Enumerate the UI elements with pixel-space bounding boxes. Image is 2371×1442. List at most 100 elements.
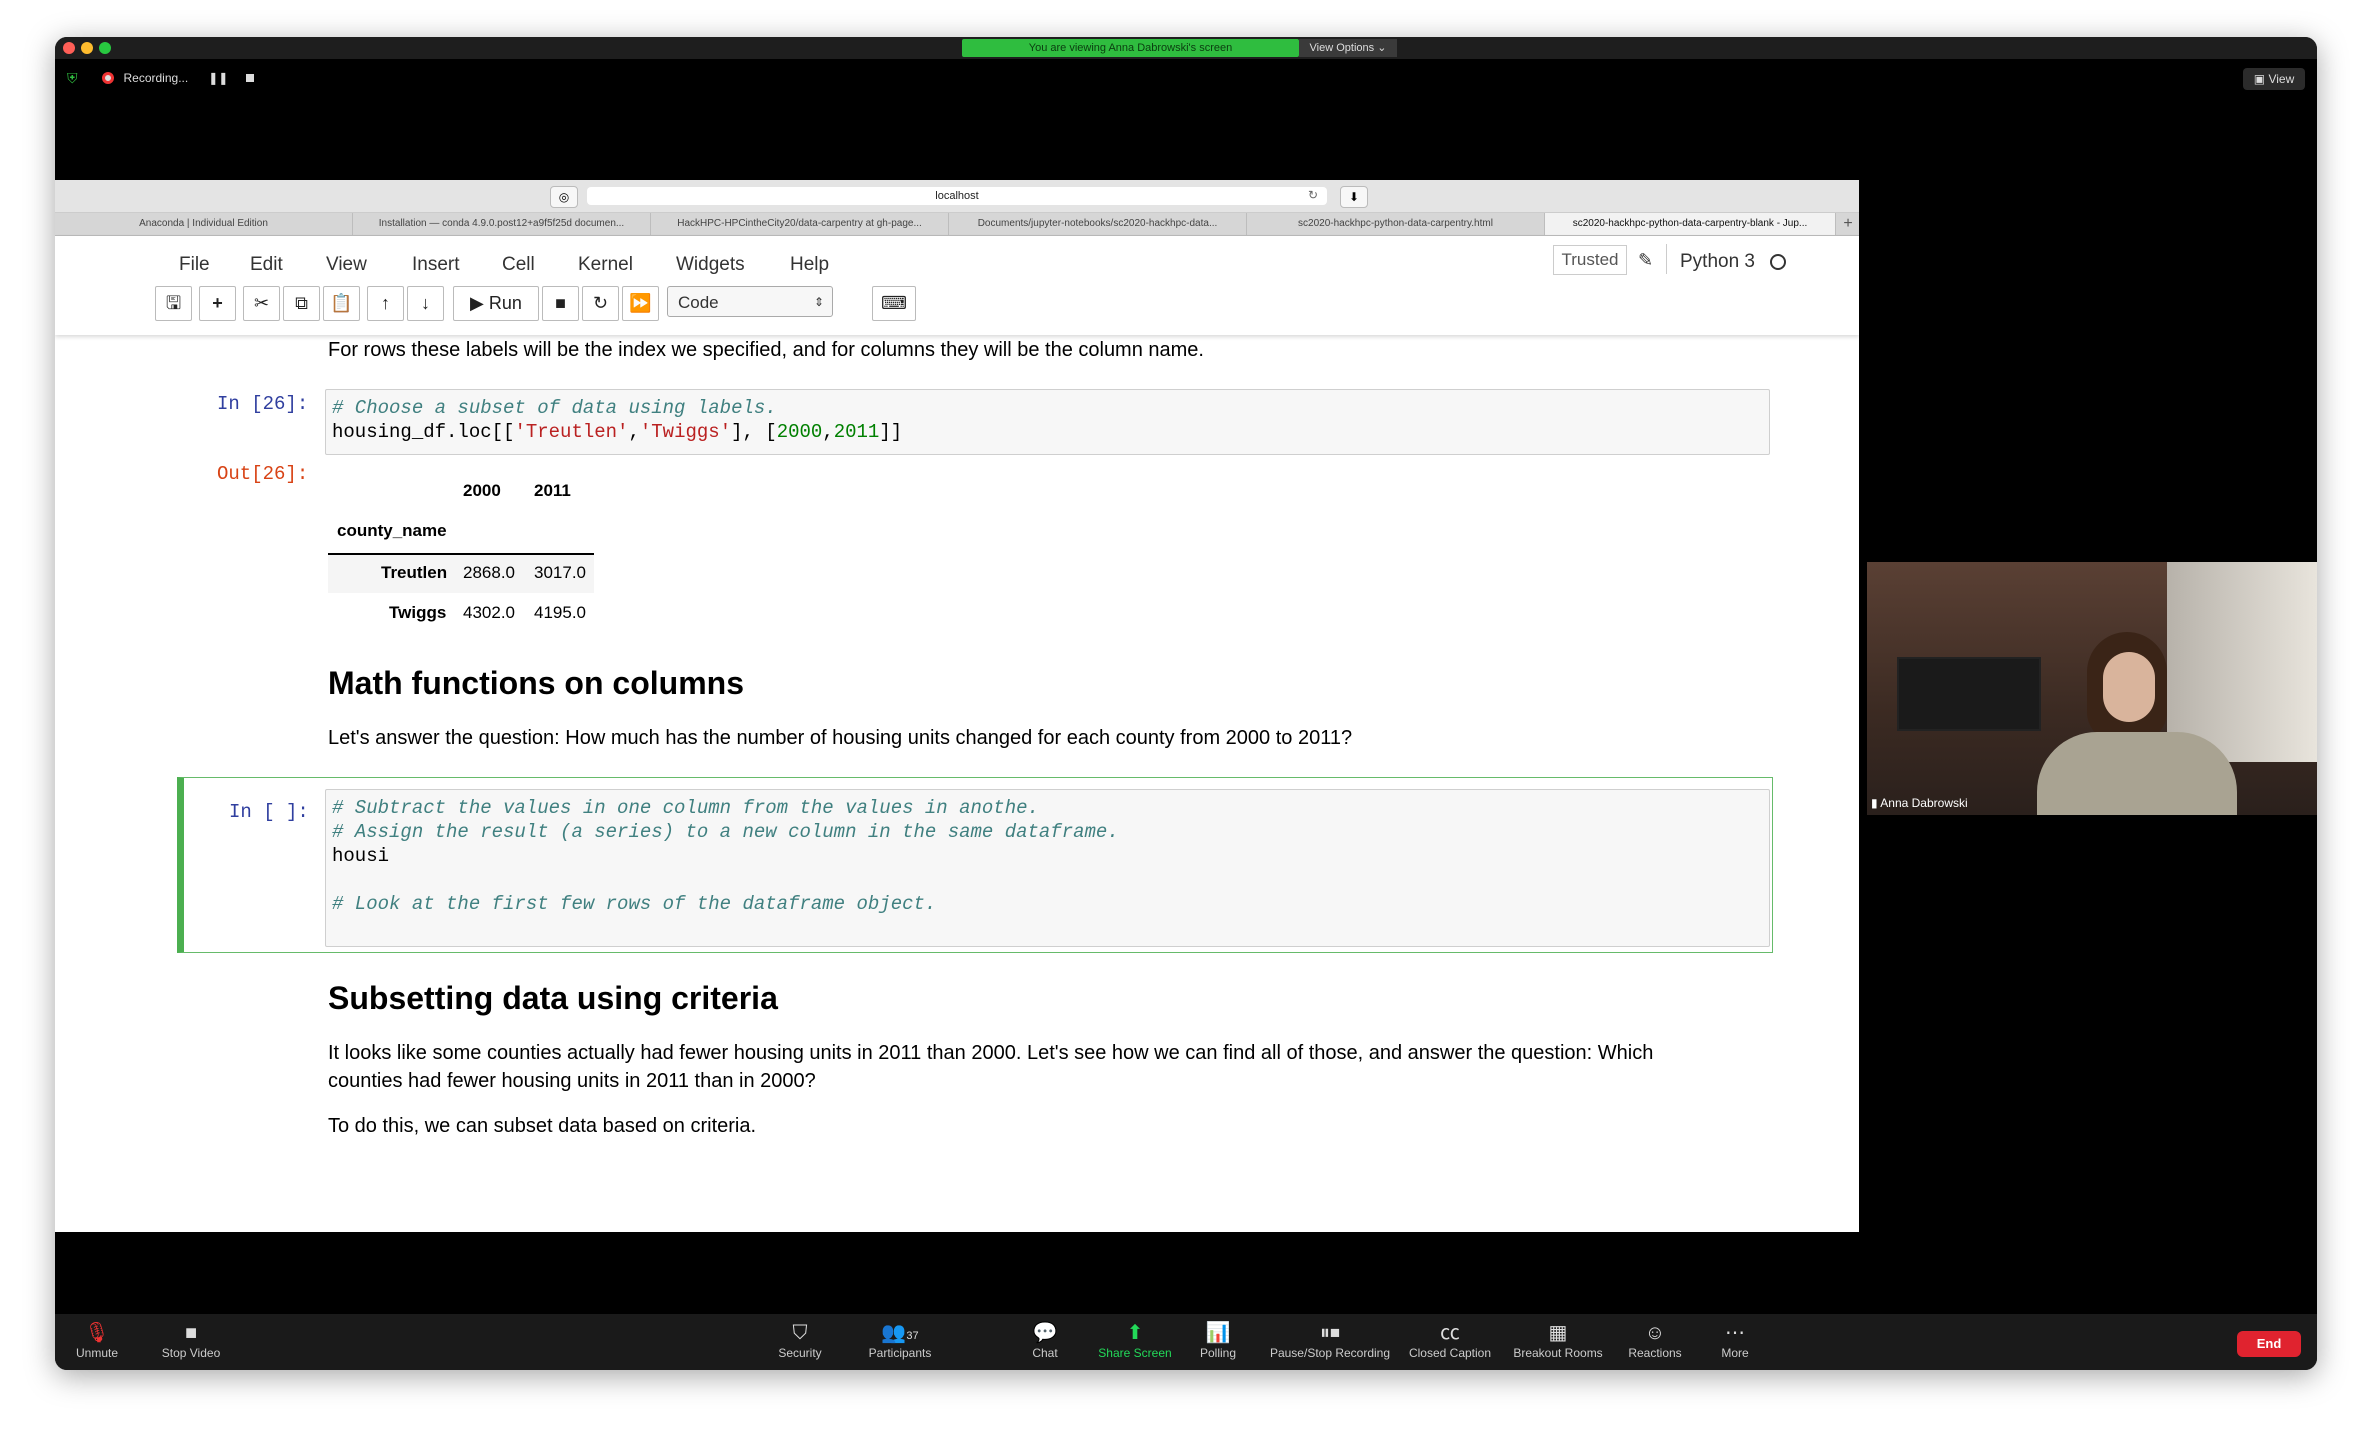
participants-button[interactable]: 👥37 Participants (850, 1320, 950, 1360)
menu-file[interactable]: File (179, 254, 210, 276)
viewing-banner: You are viewing Anna Dabrowski's screen (962, 39, 1299, 57)
menu-widgets[interactable]: Widgets (676, 254, 745, 276)
header-divider (1666, 244, 1667, 274)
browser-tab[interactable]: Installation — conda 4.9.0.post12+a9f5f2… (353, 213, 651, 235)
in-prompt-26: In [26]: (217, 393, 309, 415)
chat-label: Chat (1032, 1346, 1058, 1360)
stop-recording-icon[interactable] (246, 74, 255, 82)
browser-tab-active[interactable]: sc2020-hackhpc-python-data-carpentry-bla… (1545, 213, 1836, 235)
pause-stop-recording-label: Pause/Stop Recording (1269, 1346, 1391, 1360)
unmute-button[interactable]: 🎙 Unmute (67, 1320, 127, 1360)
keyboard-icon[interactable]: ⌨ (872, 286, 916, 321)
view-icon: ▣ (2253, 72, 2266, 86)
more-label: More (1721, 1346, 1749, 1360)
cell-type-select[interactable]: Code ⇕ (667, 286, 833, 317)
shield-icon: ⛉ (792, 1322, 808, 1344)
cut-icon[interactable]: ✂ (243, 286, 280, 321)
polling-icon: 📊 (1205, 1322, 1231, 1344)
reactions-button[interactable]: ☺ Reactions (1615, 1320, 1695, 1360)
trusted-indicator[interactable]: Trusted (1553, 245, 1627, 275)
row-label: Twiggs (389, 603, 447, 622)
breakout-rooms-button[interactable]: ▦ Breakout Rooms (1503, 1320, 1613, 1360)
run-button[interactable]: ▶ Run (453, 286, 539, 321)
index-name: county_name (337, 521, 447, 540)
window-title-bar: You are viewing Anna Dabrowski's screen … (55, 37, 2317, 59)
pause-stop-recording-button[interactable]: ⏸⏹ Pause/Stop Recording (1255, 1320, 1405, 1360)
code-comment: # Subtract the values in one column from… (332, 797, 1039, 819)
interrupt-icon[interactable]: ■ (542, 286, 579, 321)
participant-name-label: ▮ Anna Dabrowski (1871, 796, 1968, 810)
maximize-window-button[interactable] (99, 42, 111, 54)
code-cell-active[interactable]: # Subtract the values in one column from… (325, 789, 1770, 947)
menu-edit[interactable]: Edit (250, 254, 283, 276)
view-options-button[interactable]: View Options ⌄ (1299, 39, 1397, 57)
code-comment: # Look at the first few rows of the data… (332, 893, 937, 915)
closed-caption-button[interactable]: ㏄ Closed Caption (1395, 1320, 1505, 1360)
code-number: 2011 (833, 421, 880, 443)
participant-video[interactable]: ▮ Anna Dabrowski (1867, 562, 2317, 815)
participants-icon: 👥37 (881, 1322, 919, 1344)
math-functions-text: Let's answer the question: How much has … (328, 727, 1353, 749)
code-cell-26[interactable]: # Choose a subset of data using labels. … (325, 389, 1770, 455)
code-token: housi (332, 845, 390, 867)
close-window-button[interactable] (63, 42, 75, 54)
browser-tab[interactable]: sc2020-hackhpc-python-data-carpentry.htm… (1247, 213, 1545, 235)
privacy-icon[interactable]: ◎ (550, 186, 578, 208)
subsetting-text: It looks like some counties actually had… (328, 1042, 1654, 1092)
person-face-shape (2103, 652, 2155, 722)
menu-help[interactable]: Help (790, 254, 829, 276)
browser-tab[interactable]: HackHPC-HPCintheCity20/data-carpentry at… (651, 213, 949, 235)
chat-button[interactable]: 💬 Chat (1010, 1320, 1080, 1360)
code-token: , (822, 421, 834, 443)
restart-run-all-icon[interactable]: ⏩ (622, 286, 659, 321)
participants-label: Participants (868, 1346, 932, 1360)
pause-stop-icon: ⏸⏹ (1320, 1322, 1340, 1344)
menu-cell[interactable]: Cell (502, 254, 535, 276)
zoom-toolbar: 🎙 Unmute ■ Stop Video ⛉ Security 👥37 Partici… (55, 1314, 2317, 1370)
end-button[interactable]: End (2237, 1331, 2301, 1357)
video-camera-icon: ■ (184, 1322, 198, 1344)
menu-insert[interactable]: Insert (412, 254, 460, 276)
code-string: 'Twiggs' (639, 421, 732, 443)
add-cell-icon[interactable]: + (199, 286, 236, 321)
share-screen-button[interactable]: ⬆ Share Screen (1085, 1320, 1185, 1360)
browser-tab[interactable]: Documents/jupyter-notebooks/sc2020-hackh… (949, 213, 1247, 235)
view-button[interactable]: ▣ View (2243, 68, 2305, 90)
url-field[interactable]: localhost (587, 187, 1327, 205)
minimize-window-button[interactable] (81, 42, 93, 54)
move-up-icon[interactable]: ↑ (367, 286, 404, 321)
pencil-icon[interactable]: ✎ (1638, 250, 1653, 271)
stop-video-label: Stop Video (161, 1346, 221, 1360)
reactions-label: Reactions (1628, 1346, 1682, 1360)
closed-caption-label: Closed Caption (1408, 1346, 1492, 1360)
math-functions-heading: Math functions on columns (328, 665, 744, 701)
stop-video-button[interactable]: ■ Stop Video (151, 1320, 231, 1360)
reload-icon[interactable]: ↻ (1308, 188, 1318, 202)
recording-indicator: ⛨ Recording... ❚❚ (67, 67, 255, 89)
download-icon[interactable]: ⬇ (1340, 186, 1368, 208)
pause-recording-icon[interactable]: ❚❚ (208, 71, 228, 85)
save-icon[interactable]: 🖫 (155, 286, 192, 321)
polling-label: Polling (1199, 1346, 1237, 1360)
monitor-shape (1897, 657, 2041, 731)
dataframe-output: 2000 2011 county_name Treutlen 2868.0 30… (328, 475, 598, 625)
shared-screen: ◎ localhost ↻ ⬇ Anaconda | Individual Ed… (55, 180, 1859, 1232)
share-screen-label: Share Screen (1098, 1346, 1172, 1360)
recording-dot-icon (101, 72, 114, 84)
move-down-icon[interactable]: ↓ (407, 286, 444, 321)
intro-text: For rows these labels will be the index … (328, 339, 1204, 361)
polling-button[interactable]: 📊 Polling (1183, 1320, 1253, 1360)
restart-icon[interactable]: ↻ (582, 286, 619, 321)
kernel-name[interactable]: Python 3 (1680, 251, 1755, 273)
menu-view[interactable]: View (326, 254, 367, 276)
browser-tab[interactable]: Anaconda | Individual Edition (55, 213, 353, 235)
copy-icon[interactable]: ⧉ (283, 286, 320, 321)
menu-kernel[interactable]: Kernel (578, 254, 633, 276)
security-button[interactable]: ⛉ Security (755, 1320, 845, 1360)
more-button[interactable]: ⋯ More (1705, 1320, 1765, 1360)
column-header: 2000 (463, 481, 501, 500)
row-label: Treutlen (381, 563, 448, 582)
new-tab-icon[interactable]: + (1837, 213, 1859, 235)
paste-icon[interactable]: 📋 (323, 286, 360, 321)
browser-tab-bar: Anaconda | Individual Edition Installati… (55, 213, 1859, 236)
